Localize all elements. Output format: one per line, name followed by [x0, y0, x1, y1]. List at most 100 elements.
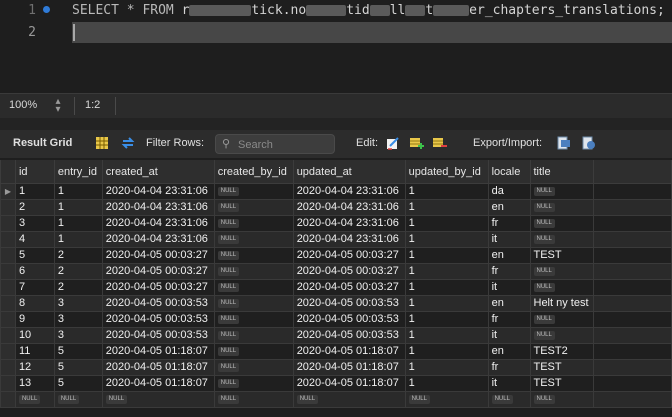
table-cell[interactable]: NULL [213, 359, 294, 376]
table-cell[interactable]: 3 [53, 295, 103, 312]
table-cell[interactable]: 2020-04-05 00:03:27 [292, 247, 406, 264]
table-cell[interactable]: 2 [14, 199, 55, 216]
table-cell[interactable]: NULL [404, 391, 489, 408]
table-cell[interactable]: 1 [404, 183, 489, 200]
table-cell[interactable]: NULL [213, 183, 294, 200]
column-header[interactable]: id [14, 160, 55, 184]
row-indicator[interactable] [0, 343, 16, 360]
table-cell[interactable]: 1 [53, 183, 103, 200]
table-cell[interactable]: 1 [404, 375, 489, 392]
table-cell[interactable]: en [487, 199, 531, 216]
grid-view-icon[interactable] [95, 136, 109, 150]
table-cell[interactable]: NULL [529, 327, 595, 344]
table-cell[interactable]: 2020-04-05 01:18:07 [101, 375, 215, 392]
table-cell[interactable]: 3 [53, 327, 103, 344]
table-cell[interactable]: fr [487, 359, 531, 376]
row-indicator[interactable] [0, 247, 16, 264]
column-header[interactable]: updated_at [292, 160, 406, 184]
table-cell[interactable]: 2020-04-05 00:03:53 [292, 311, 406, 328]
row-indicator[interactable] [0, 311, 16, 328]
delete-row-icon[interactable] [433, 136, 447, 150]
table-cell[interactable]: 2020-04-05 00:03:27 [101, 247, 215, 264]
table-cell[interactable]: 11 [14, 343, 55, 360]
table-cell[interactable]: 2020-04-05 00:03:27 [292, 279, 406, 296]
table-row[interactable]: 13 5 2020-04-05 01:18:07 NULL 2020-04-05 01:… [0, 375, 672, 392]
table-cell[interactable]: 1 [404, 231, 489, 248]
table-cell[interactable]: 10 [14, 327, 55, 344]
row-indicator[interactable] [0, 231, 16, 248]
table-cell[interactable]: it [487, 375, 531, 392]
row-indicator[interactable] [0, 375, 16, 392]
table-cell[interactable]: NULL [213, 199, 294, 216]
table-cell[interactable]: 1 [404, 263, 489, 280]
table-row[interactable]: 10 3 2020-04-05 00:03:53 NULL 2020-04-05 00:… [0, 327, 672, 344]
table-cell[interactable]: NULL [529, 279, 595, 296]
table-cell[interactable]: 1 [404, 343, 489, 360]
add-row-icon[interactable] [410, 136, 424, 150]
table-row[interactable]: 12 5 2020-04-05 01:18:07 NULL 2020-04-05 01:… [0, 359, 672, 376]
export-icon[interactable] [557, 136, 571, 150]
editor-line-2[interactable]: 2 [0, 22, 672, 44]
table-cell[interactable]: 5 [53, 343, 103, 360]
table-cell[interactable]: 2020-04-05 00:03:27 [292, 263, 406, 280]
table-cell[interactable]: 2020-04-04 23:31:06 [101, 231, 215, 248]
table-cell[interactable]: 5 [53, 359, 103, 376]
column-header[interactable]: created_by_id [213, 160, 294, 184]
table-cell[interactable]: 1 [53, 199, 103, 216]
row-indicator[interactable] [0, 215, 16, 232]
table-cell[interactable]: NULL [213, 375, 294, 392]
table-cell[interactable]: 2020-04-05 01:18:07 [292, 359, 406, 376]
table-cell[interactable]: 1 [14, 183, 55, 200]
zoom-stepper-icon[interactable]: ▴ ▾ [53, 97, 63, 115]
table-row[interactable]: 9 3 2020-04-05 00:03:53 NULL 2020-04-05 00:0… [0, 311, 672, 328]
table-cell[interactable]: NULL [213, 311, 294, 328]
import-icon[interactable] [582, 136, 596, 150]
column-header[interactable]: updated_by_id [404, 160, 489, 184]
table-cell[interactable]: NULL [529, 311, 595, 328]
table-cell[interactable]: 2 [53, 247, 103, 264]
table-cell[interactable]: TEST [529, 359, 595, 376]
table-cell[interactable]: 2020-04-04 23:31:06 [292, 231, 406, 248]
table-row[interactable]: 6 2 2020-04-05 00:03:27 NULL 2020-04-05 00:0… [0, 263, 672, 280]
table-cell[interactable]: 7 [14, 279, 55, 296]
table-cell[interactable]: 2 [53, 279, 103, 296]
table-cell[interactable]: NULL [529, 215, 595, 232]
table-cell[interactable]: 4 [14, 231, 55, 248]
result-grid[interactable]: id entry_id created_at created_by_id upd… [0, 160, 672, 408]
table-cell[interactable]: it [487, 231, 531, 248]
table-row[interactable]: 11 5 2020-04-05 01:18:07 NULL 2020-04-05 01:… [0, 343, 672, 360]
table-cell[interactable]: 5 [14, 247, 55, 264]
table-cell[interactable]: en [487, 295, 531, 312]
editor-line-1[interactable]: 1 SELECT * FROM r tick.no tid ll t er_chapter… [0, 0, 672, 22]
edit-row-icon[interactable] [386, 136, 400, 150]
table-cell[interactable]: 9 [14, 311, 55, 328]
table-cell[interactable]: 1 [404, 247, 489, 264]
table-cell[interactable]: 3 [14, 215, 55, 232]
table-cell[interactable]: 3 [53, 311, 103, 328]
table-cell[interactable]: NULL [14, 391, 55, 408]
table-cell[interactable]: NULL [213, 263, 294, 280]
table-row[interactable]: 8 3 2020-04-05 00:03:53 NULL 2020-04-05 00:0… [0, 295, 672, 312]
table-cell[interactable]: 2020-04-04 23:31:06 [101, 183, 215, 200]
table-cell[interactable]: 1 [404, 295, 489, 312]
table-cell[interactable]: NULL [213, 247, 294, 264]
table-cell[interactable]: fr [487, 215, 531, 232]
table-cell[interactable]: en [487, 343, 531, 360]
table-cell[interactable]: 2020-04-05 00:03:27 [101, 279, 215, 296]
table-row[interactable]: 3 1 2020-04-04 23:31:06 NULL 2020-04-04 23:3… [0, 215, 672, 232]
row-indicator[interactable] [0, 263, 16, 280]
refresh-icon[interactable] [121, 136, 135, 150]
table-cell[interactable]: NULL [213, 295, 294, 312]
table-row[interactable]: 2 1 2020-04-04 23:31:06 NULL 2020-04-04 23:3… [0, 199, 672, 216]
pane-separator[interactable] [0, 118, 672, 130]
table-cell[interactable]: 1 [53, 215, 103, 232]
statement-marker-icon[interactable] [43, 6, 50, 13]
table-cell[interactable]: 1 [404, 279, 489, 296]
table-cell[interactable]: 2020-04-04 23:31:06 [101, 215, 215, 232]
search-input[interactable] [236, 136, 334, 153]
table-cell[interactable]: 8 [14, 295, 55, 312]
table-cell[interactable]: 2020-04-05 00:03:53 [292, 327, 406, 344]
column-header[interactable]: entry_id [53, 160, 103, 184]
table-row[interactable]: 7 2 2020-04-05 00:03:27 NULL 2020-04-05 00:0… [0, 279, 672, 296]
table-cell[interactable]: NULL [213, 391, 294, 408]
